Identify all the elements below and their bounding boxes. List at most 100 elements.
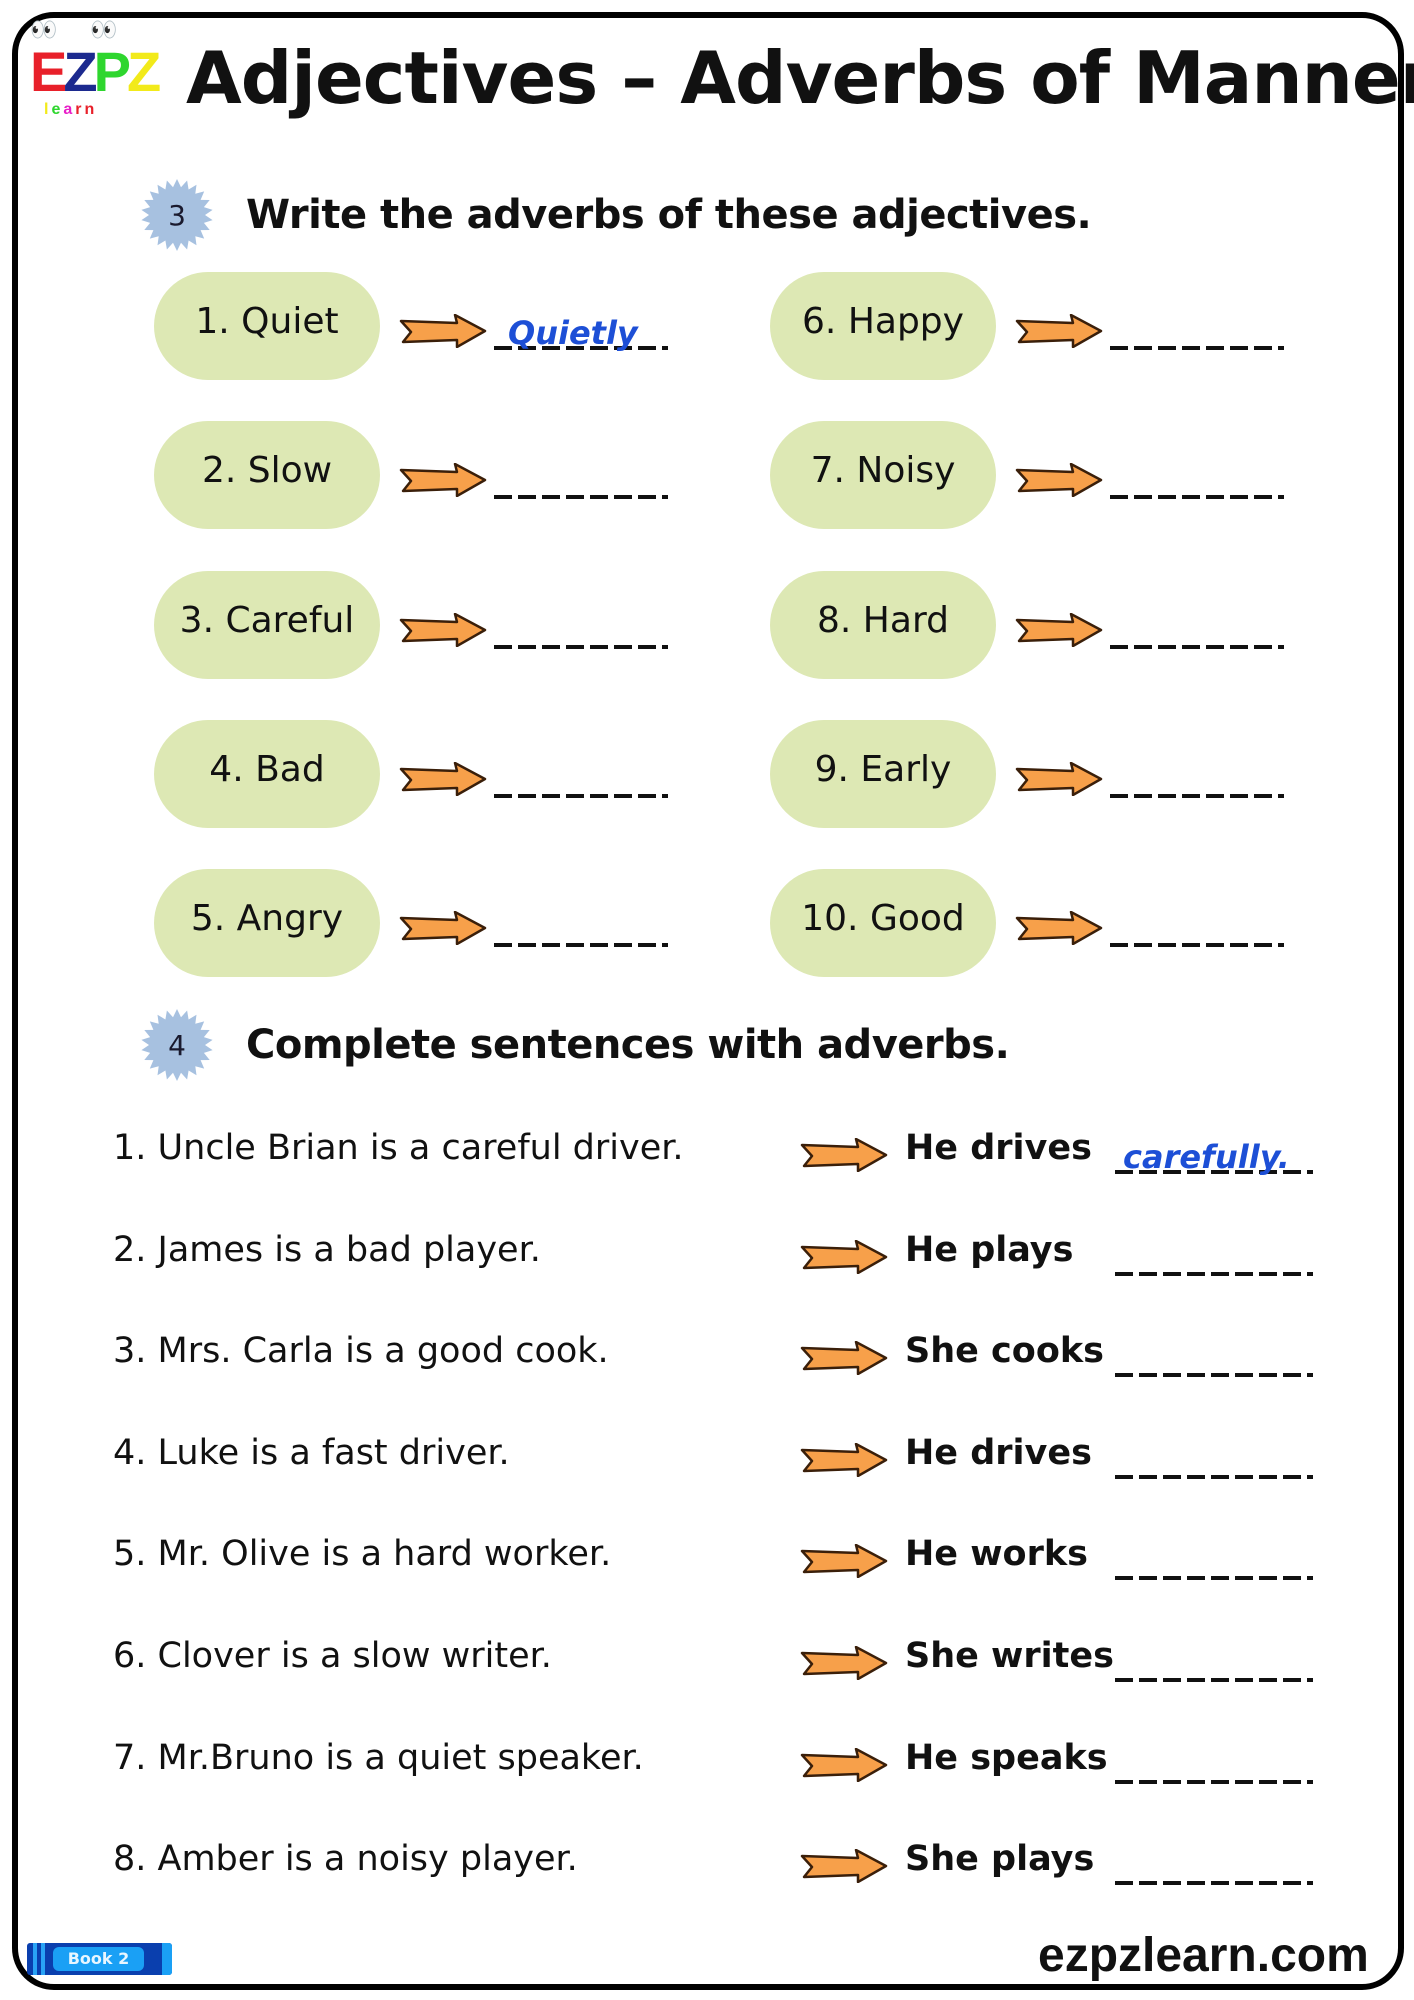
answer-blank-input[interactable] bbox=[494, 459, 668, 499]
adjective-pill: 3. Careful bbox=[154, 571, 380, 679]
answer-blank-input[interactable] bbox=[494, 609, 668, 649]
website-url: ezpzlearn.com bbox=[1038, 1929, 1369, 1982]
arrow-right-icon bbox=[1015, 761, 1103, 797]
arrow-right-icon bbox=[800, 1340, 888, 1376]
section-title: Complete sentences with adverbs. bbox=[246, 1022, 1010, 1068]
sentence-text: 1. Uncle Brian is a careful driver. bbox=[113, 1128, 684, 1168]
response-prompt: He drives bbox=[905, 1432, 1092, 1473]
book-badge: Book 2 bbox=[27, 1943, 172, 1975]
arrow-right-icon bbox=[800, 1645, 888, 1681]
adjective-pill: 5. Angry bbox=[154, 869, 380, 977]
logo-learn-letter: r bbox=[75, 101, 85, 118]
arrow-right-icon bbox=[800, 1239, 888, 1274]
arrow-right-icon bbox=[800, 1747, 888, 1782]
starburst-badge-icon: 3 bbox=[140, 178, 214, 252]
book-cap bbox=[162, 1943, 172, 1975]
answer-blank-input[interactable] bbox=[1110, 609, 1284, 649]
arrow-right-icon bbox=[1015, 313, 1103, 349]
arrow-right-icon bbox=[399, 462, 487, 498]
answer-blank-input[interactable]: Quietly bbox=[494, 310, 668, 352]
arrow-right-icon bbox=[399, 761, 487, 797]
sentence-text: 2. James is a bad player. bbox=[113, 1229, 541, 1270]
arrow-right-icon bbox=[399, 910, 487, 946]
blank-line bbox=[1110, 943, 1284, 947]
logo-letters: EZPZ bbox=[30, 44, 161, 100]
adjective-pill: 1. Quiet bbox=[154, 272, 380, 380]
response-prompt: She plays bbox=[905, 1839, 1095, 1880]
ezpz-learn-logo: 👀 👀 EZPZ learn bbox=[26, 18, 161, 118]
arrow-right-icon bbox=[800, 1442, 888, 1478]
blank-line bbox=[1115, 1678, 1313, 1682]
answer-blank-input[interactable] bbox=[1110, 907, 1284, 947]
blank-line bbox=[1110, 794, 1284, 798]
adjective-pill: 10. Good bbox=[770, 869, 996, 977]
section-3-header: 3 Write the adverbs of these adjectives. bbox=[140, 178, 1092, 252]
blank-line bbox=[1115, 1576, 1313, 1581]
arrow-right-icon bbox=[1015, 612, 1103, 648]
response-prompt: He works bbox=[905, 1534, 1088, 1575]
eyes-icon: 👀 bbox=[30, 18, 58, 43]
logo-letter: E bbox=[30, 40, 67, 103]
handwritten-answer: Quietly bbox=[508, 314, 638, 352]
arrow-right-icon bbox=[399, 313, 487, 349]
eyes-icon: 👀 bbox=[90, 18, 118, 43]
book-spine-stripe bbox=[41, 1943, 45, 1975]
answer-blank-input[interactable]: carefully. bbox=[1115, 1134, 1313, 1176]
logo-learn-letter: a bbox=[63, 101, 76, 118]
sentence-text: 3. Mrs. Carla is a good cook. bbox=[113, 1331, 609, 1372]
blank-line bbox=[494, 794, 668, 798]
logo-letter: Z bbox=[126, 40, 161, 103]
blank-line bbox=[494, 943, 668, 947]
sentence-text: 8. Amber is a noisy player. bbox=[113, 1839, 578, 1880]
section-number: 4 bbox=[168, 1028, 186, 1062]
blank-line bbox=[1115, 1373, 1313, 1378]
arrow-right-icon bbox=[800, 1544, 888, 1579]
blank-line bbox=[494, 645, 668, 649]
page-title: Adjectives – Adverbs of Manner bbox=[186, 36, 1414, 120]
response-prompt: She cooks bbox=[905, 1331, 1104, 1372]
answer-blank-input[interactable] bbox=[1115, 1236, 1313, 1276]
sentence-text: 5. Mr. Olive is a hard worker. bbox=[113, 1534, 612, 1575]
adjective-pill: 4. Bad bbox=[154, 720, 380, 828]
blank-line bbox=[494, 495, 668, 499]
response-prompt: She writes bbox=[905, 1636, 1114, 1676]
blank-line bbox=[1115, 1779, 1313, 1784]
answer-blank-input[interactable] bbox=[1110, 758, 1284, 798]
answer-blank-input[interactable] bbox=[494, 758, 668, 798]
answer-blank-input[interactable] bbox=[1115, 1337, 1313, 1378]
logo-learn-text: learn bbox=[44, 102, 97, 118]
answer-blank-input[interactable] bbox=[1115, 1642, 1313, 1682]
blank-line bbox=[1110, 495, 1284, 499]
answer-blank-input[interactable] bbox=[1115, 1439, 1313, 1479]
logo-letter: P bbox=[93, 40, 131, 103]
blank-line bbox=[1115, 1474, 1313, 1479]
adjective-pill: 6. Happy bbox=[770, 272, 996, 380]
response-prompt: He drives bbox=[905, 1128, 1092, 1168]
adjective-pill: 9. Early bbox=[770, 720, 996, 828]
answer-blank-input[interactable] bbox=[1115, 1540, 1313, 1581]
answer-blank-input[interactable] bbox=[1115, 1845, 1313, 1886]
arrow-right-icon bbox=[1015, 462, 1103, 498]
answer-blank-input[interactable] bbox=[1110, 310, 1284, 350]
arrow-right-icon bbox=[800, 1848, 888, 1884]
arrow-right-icon bbox=[800, 1137, 888, 1173]
starburst-badge-icon: 4 bbox=[140, 1008, 214, 1082]
adjective-pill: 2. Slow bbox=[154, 421, 380, 529]
section-title: Write the adverbs of these adjectives. bbox=[246, 192, 1092, 238]
blank-line bbox=[1115, 1271, 1313, 1276]
book-spine-stripe bbox=[33, 1943, 37, 1975]
logo-learn-letter: e bbox=[51, 101, 64, 118]
sentence-text: 7. Mr.Bruno is a quiet speaker. bbox=[113, 1737, 644, 1778]
blank-line bbox=[1110, 346, 1284, 350]
logo-letter: Z bbox=[63, 40, 97, 103]
blank-line bbox=[1115, 1881, 1313, 1886]
adjective-pill: 8. Hard bbox=[770, 571, 996, 679]
answer-blank-input[interactable] bbox=[1115, 1744, 1313, 1784]
answer-blank-input[interactable] bbox=[1110, 459, 1284, 499]
blank-line bbox=[1110, 645, 1284, 649]
section-4-header: 4 Complete sentences with adverbs. bbox=[140, 1008, 1010, 1082]
answer-blank-input[interactable] bbox=[494, 907, 668, 947]
sentence-text: 6. Clover is a slow writer. bbox=[113, 1636, 552, 1676]
handwritten-answer: carefully. bbox=[1123, 1138, 1290, 1176]
adjective-pill: 7. Noisy bbox=[770, 421, 996, 529]
